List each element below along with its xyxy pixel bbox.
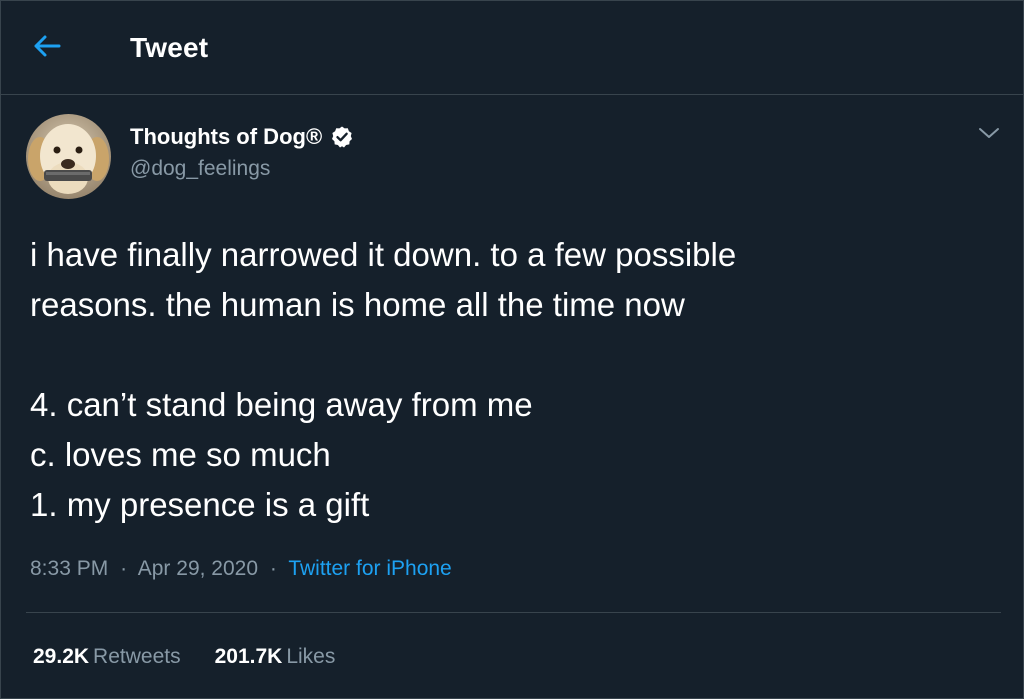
meta-separator: · — [120, 557, 128, 580]
page-title: Tweet — [130, 32, 209, 63]
author-handle[interactable]: @dog_feelings — [130, 157, 270, 181]
likes-label: Likes — [286, 645, 336, 668]
tweet-line — [30, 330, 990, 380]
tweet-date[interactable]: Apr 29, 2020 — [138, 557, 258, 580]
likes-stat[interactable]: 201.7K Likes — [215, 645, 336, 669]
author-name-row: Thoughts of Dog® — [130, 122, 354, 152]
dog-avatar-image — [26, 114, 111, 199]
tweet-time[interactable]: 8:33 PM — [30, 557, 108, 580]
verified-badge-icon — [330, 125, 354, 149]
author-display-name[interactable]: Thoughts of Dog® — [130, 124, 322, 150]
divider — [26, 612, 1001, 613]
more-options-button[interactable] — [973, 119, 1005, 151]
tweet-line: 4. can’t stand being away from me — [30, 386, 533, 423]
retweets-stat[interactable]: 29.2K Retweets — [33, 645, 181, 669]
tweet-source-link[interactable]: Twitter for iPhone — [288, 557, 451, 580]
tweet-line: i have finally narrowed it down. to a fe… — [30, 236, 737, 273]
tweet-line: c. loves me so much — [30, 436, 331, 473]
header-bar: Tweet — [1, 1, 1023, 95]
tweet-line: reasons. the human is home all the time … — [30, 286, 685, 323]
arrow-left-icon — [32, 34, 62, 63]
tweet-stats: 29.2K Retweets 201.7K Likes — [33, 645, 369, 669]
meta-separator: · — [269, 557, 277, 580]
tweet-line: 1. my presence is a gift — [30, 486, 370, 523]
tweet-text: i have finally narrowed it down. to a fe… — [30, 230, 990, 530]
likes-count: 201.7K — [214, 645, 283, 668]
back-button[interactable] — [27, 28, 67, 68]
chevron-down-icon — [978, 126, 1000, 145]
tweet-page: Tweet Thoughts of Dog® @dog_feelings i h… — [0, 0, 1024, 699]
retweets-count: 29.2K — [33, 645, 90, 668]
retweets-label: Retweets — [93, 645, 181, 668]
avatar[interactable] — [26, 114, 111, 199]
tweet-metadata: 8:33 PM · Apr 29, 2020 · Twitter for iPh… — [30, 557, 452, 581]
